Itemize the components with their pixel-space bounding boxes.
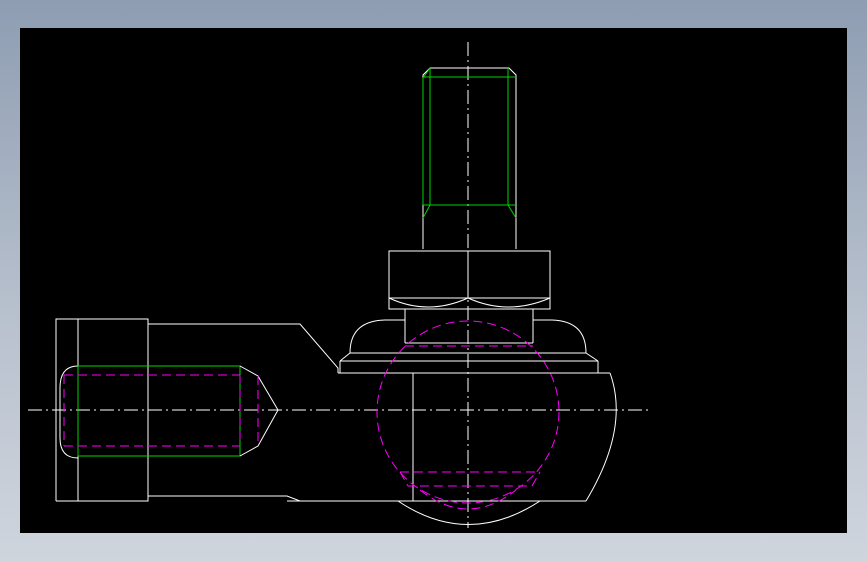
ball-joint-drawing (28, 42, 650, 528)
housing (287, 323, 617, 525)
cad-drawing-viewport[interactable] (20, 28, 847, 533)
app-window: { "drawing": { "title": "", "background"… (0, 0, 867, 562)
hex-nut (388, 250, 551, 310)
centerlines (28, 42, 650, 528)
seal-boot (339, 309, 599, 373)
threaded-stud (422, 67, 517, 249)
